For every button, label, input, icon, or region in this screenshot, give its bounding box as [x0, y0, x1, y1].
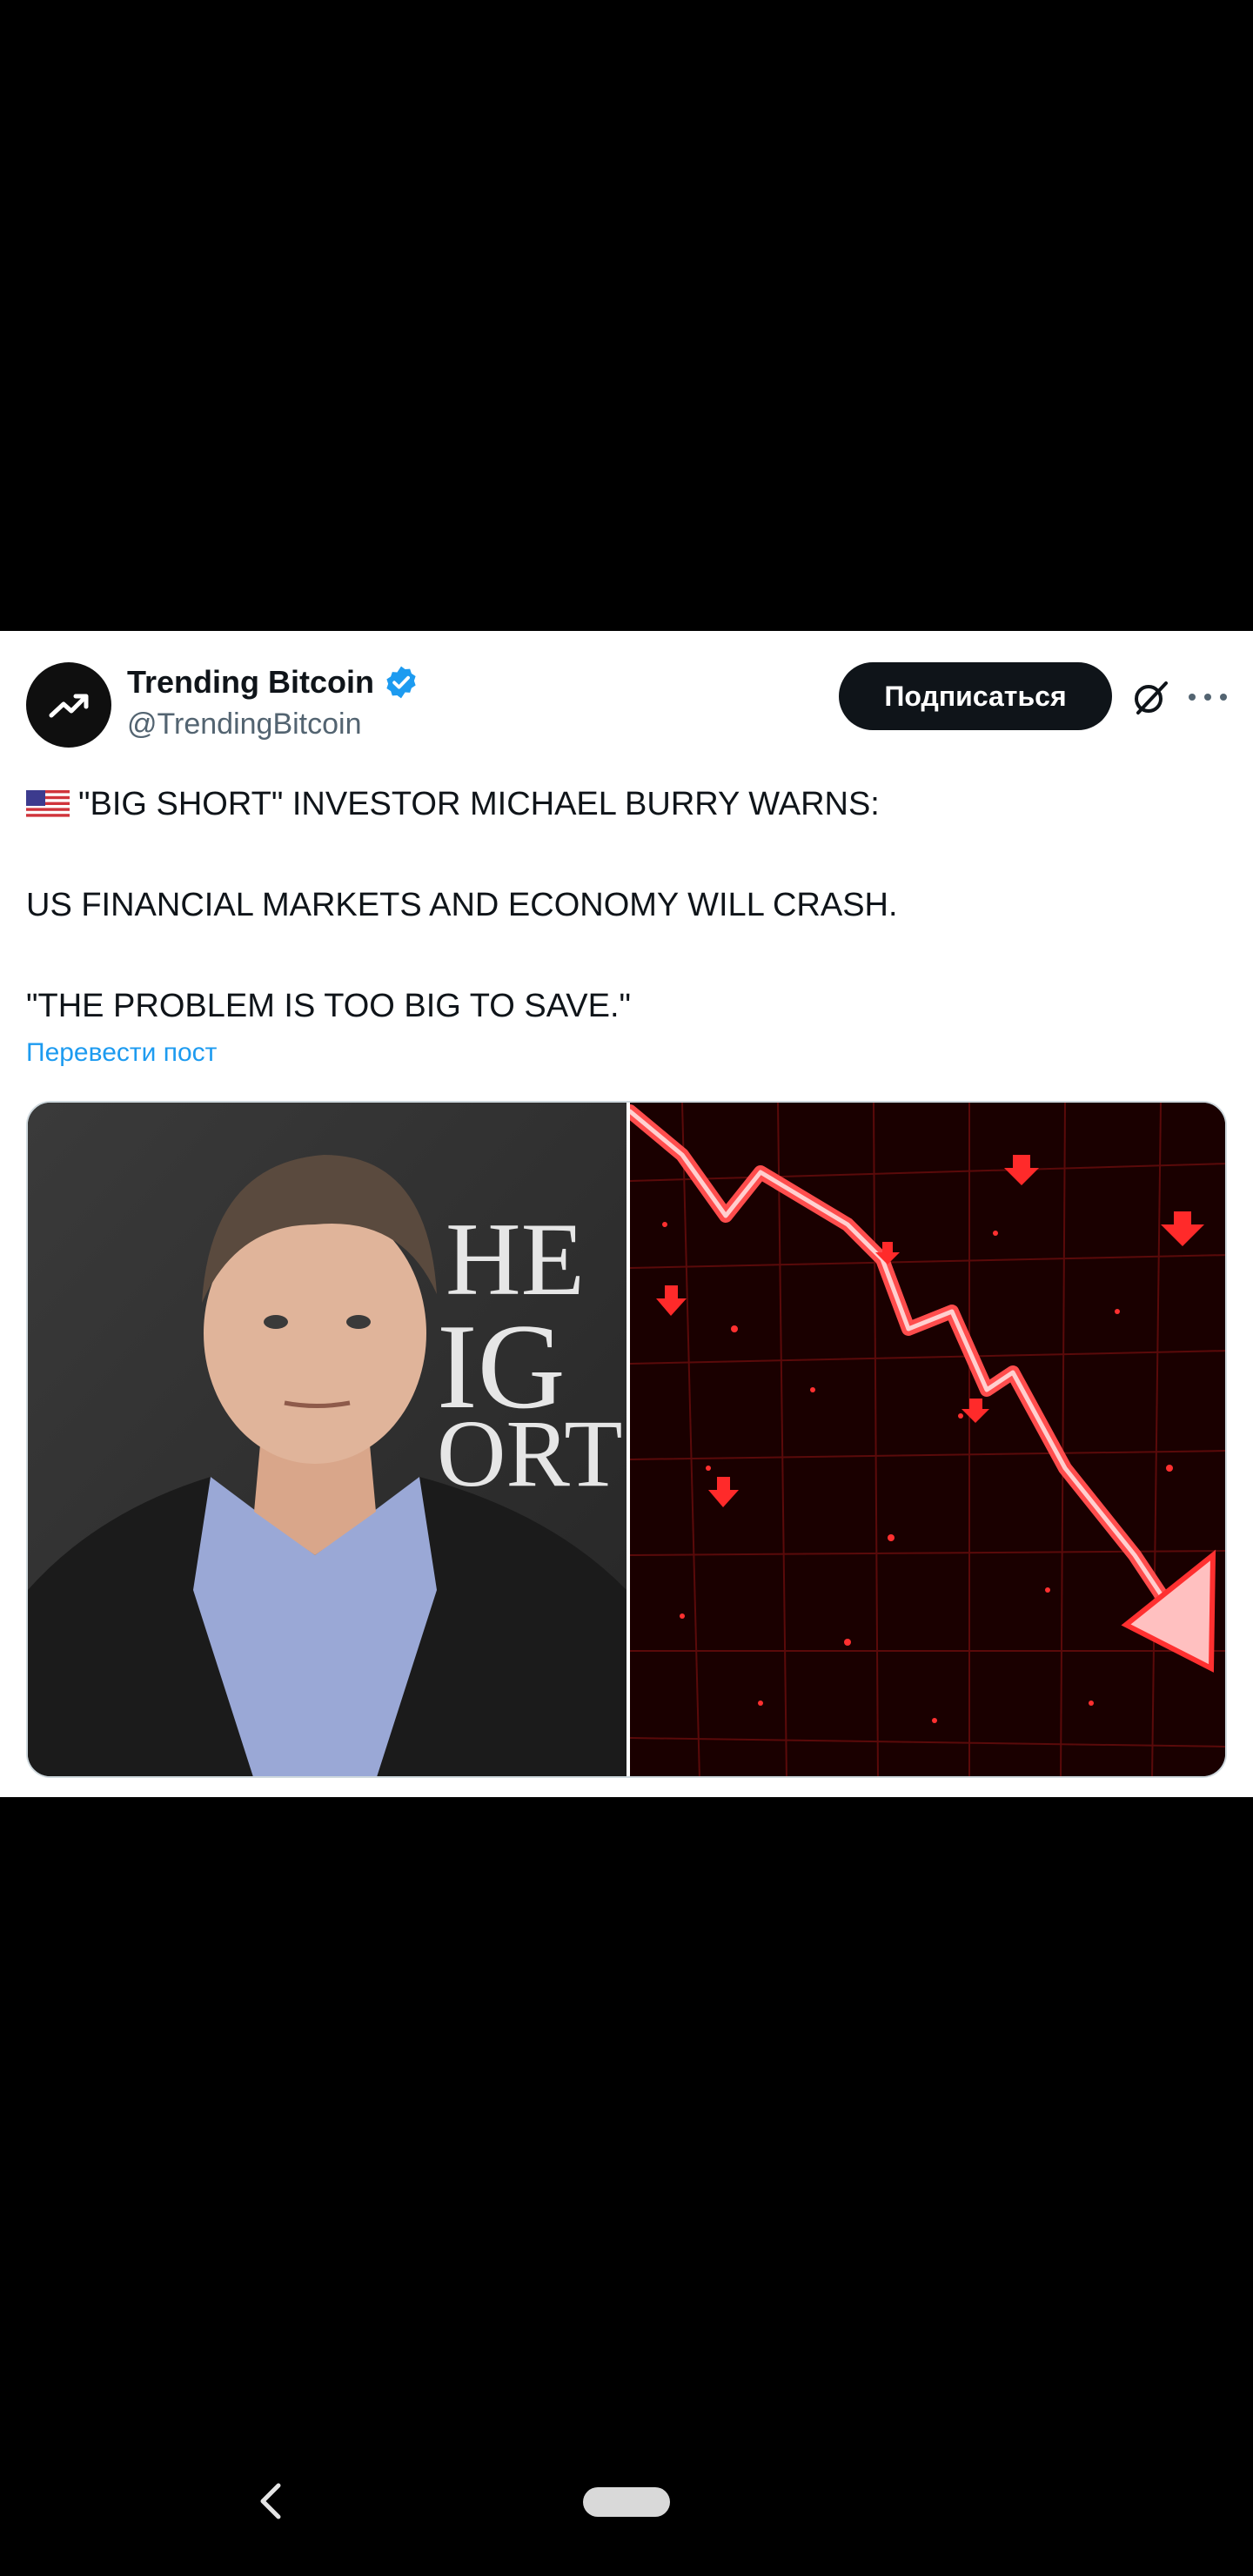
author-name[interactable]: Trending Bitcoin	[127, 664, 374, 701]
home-pill-icon[interactable]	[583, 2487, 670, 2517]
backdrop-text-3: ORT	[437, 1400, 622, 1506]
more-dot	[1220, 694, 1227, 701]
grok-icon[interactable]	[1129, 676, 1171, 718]
back-icon[interactable]	[256, 2480, 285, 2522]
post-text-line-2: US FINANCIAL MARKETS AND ECONOMY WILL CR…	[26, 887, 898, 923]
post-media[interactable]: HE IG ORT	[26, 1101, 1227, 1778]
more-dot	[1204, 694, 1211, 701]
more-icon[interactable]	[1189, 681, 1227, 713]
avatar[interactable]	[26, 662, 111, 748]
post-text: "BIG SHORT" INVESTOR MICHAEL BURRY WARNS…	[26, 779, 1227, 1031]
translate-post-link[interactable]: Перевести пост	[26, 1038, 217, 1068]
portrait-photo: HE IG ORT	[28, 1103, 626, 1776]
more-dot	[1189, 694, 1196, 701]
post-text-line-1: "BIG SHORT" INVESTOR MICHAEL BURRY WARNS…	[78, 786, 880, 822]
post-text-line-3: "THE PROBLEM IS TOO BIG TO SAVE."	[26, 988, 631, 1024]
author-handle[interactable]: @TrendingBitcoin	[127, 708, 362, 741]
red-falling-chart-image	[623, 1103, 1225, 1776]
tweet-card: Trending Bitcoin @TrendingBitcoin Подпис…	[0, 631, 1253, 1797]
trending-up-icon	[49, 694, 89, 718]
verified-badge-icon	[386, 666, 416, 699]
us-flag-icon	[26, 790, 70, 820]
author-row: Trending Bitcoin	[127, 664, 419, 701]
subscribe-button[interactable]: Подписаться	[839, 662, 1112, 730]
